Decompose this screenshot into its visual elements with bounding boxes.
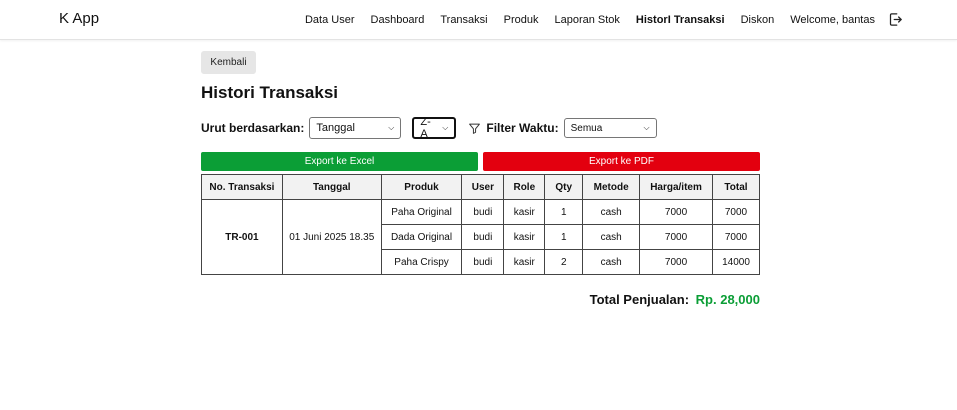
cell-user: budi xyxy=(461,199,505,225)
header-total: Total xyxy=(711,174,761,200)
header-produk: Produk xyxy=(380,174,463,200)
cell-qty: 1 xyxy=(544,224,584,250)
nav-menu: Data User Dashboard Transaksi Produk Lap… xyxy=(305,0,957,40)
header-harga-item: Harga/item xyxy=(639,174,713,200)
total-sales-value: Rp. 28,000 xyxy=(695,292,760,307)
chevron-down-icon: ⌵ xyxy=(643,123,650,132)
header-qty: Qty xyxy=(544,174,584,200)
page-title: Histori Transaksi xyxy=(201,83,339,102)
sort-direction-value: Z-A xyxy=(420,116,431,140)
cell-user: budi xyxy=(461,224,505,250)
cell-produk: Paha Original xyxy=(380,199,463,225)
nav-item-laporan-stok[interactable]: Laporan Stok xyxy=(554,14,619,26)
chevron-down-icon: ⌵ xyxy=(388,123,395,132)
header-metode: Metode xyxy=(582,174,641,200)
cell-role: kasir xyxy=(503,249,546,275)
top-navbar: K App Data User Dashboard Transaksi Prod… xyxy=(0,0,957,40)
sort-select[interactable]: Tanggal ⌵ xyxy=(309,117,402,139)
cell-total: 7000 xyxy=(711,199,761,225)
logout-icon[interactable] xyxy=(888,12,903,27)
total-sales: Total Penjualan: Rp. 28,000 xyxy=(201,292,760,307)
time-filter-select[interactable]: Semua ⌵ xyxy=(563,118,657,138)
cell-role: kasir xyxy=(503,199,546,225)
export-excel-button[interactable]: Export ke Excel xyxy=(201,152,478,171)
cell-metode: cash xyxy=(582,199,641,225)
chevron-down-icon: ⌵ xyxy=(442,123,449,132)
transaction-date: 01 Juni 2025 18.35 xyxy=(281,199,382,275)
table-row: TR-001 01 Juni 2025 18.35 Paha Original … xyxy=(201,199,761,275)
nav-item-data-user[interactable]: Data User xyxy=(305,14,355,26)
cell-harga: 7000 xyxy=(639,199,713,225)
filter-time-label: Filter Waktu: xyxy=(486,121,559,135)
cell-total: 7000 xyxy=(711,224,761,250)
cell-harga: 7000 xyxy=(639,224,713,250)
nav-item-produk[interactable]: Produk xyxy=(504,14,539,26)
header-no-transaksi: No. Transaksi xyxy=(201,174,283,200)
cell-metode: cash xyxy=(582,249,641,275)
transaction-id: TR-001 xyxy=(201,199,283,275)
export-buttons: Export ke Excel Export ke PDF xyxy=(201,152,760,171)
cell-produk: Dada Original xyxy=(380,224,463,250)
cell-qty: 2 xyxy=(544,249,584,275)
header-role: Role xyxy=(503,174,546,200)
transaction-table: No. Transaksi Tanggal Produk User Role Q… xyxy=(201,174,761,275)
funnel-icon xyxy=(469,123,481,134)
cell-role: kasir xyxy=(503,224,546,250)
nav-item-histori-transaksi[interactable]: HistorI Transaksi xyxy=(636,14,725,26)
header-tanggal: Tanggal xyxy=(281,174,382,200)
sort-label: Urut berdasarkan: xyxy=(201,121,305,135)
cell-user: budi xyxy=(461,249,505,275)
sort-direction-select[interactable]: Z-A ⌵ xyxy=(412,116,457,140)
nav-item-diskon[interactable]: Diskon xyxy=(741,14,775,26)
nav-item-dashboard[interactable]: Dashboard xyxy=(371,14,425,26)
cell-qty: 1 xyxy=(544,199,584,225)
time-filter-value: Semua xyxy=(570,122,603,134)
cell-produk: Paha Crispy xyxy=(380,249,463,275)
cell-harga: 7000 xyxy=(639,249,713,275)
table-header-row: No. Transaksi Tanggal Produk User Role Q… xyxy=(201,174,761,200)
total-sales-label: Total Penjualan: xyxy=(589,292,690,307)
back-button[interactable]: Kembali xyxy=(201,51,256,74)
cell-total: 14000 xyxy=(711,249,761,275)
brand-logo[interactable]: K App xyxy=(59,10,99,27)
nav-item-transaksi[interactable]: Transaksi xyxy=(440,14,487,26)
cell-metode: cash xyxy=(582,224,641,250)
export-pdf-button[interactable]: Export ke PDF xyxy=(483,152,760,171)
header-user: User xyxy=(461,174,505,200)
welcome-text: Welcome, bantas xyxy=(790,14,875,26)
main-content: Kembali Histori Transaksi Urut berdasark… xyxy=(201,51,761,307)
sort-select-value: Tanggal xyxy=(316,122,355,134)
filter-controls: Urut berdasarkan: Tanggal ⌵ Z-A ⌵ Filter… xyxy=(201,116,760,140)
